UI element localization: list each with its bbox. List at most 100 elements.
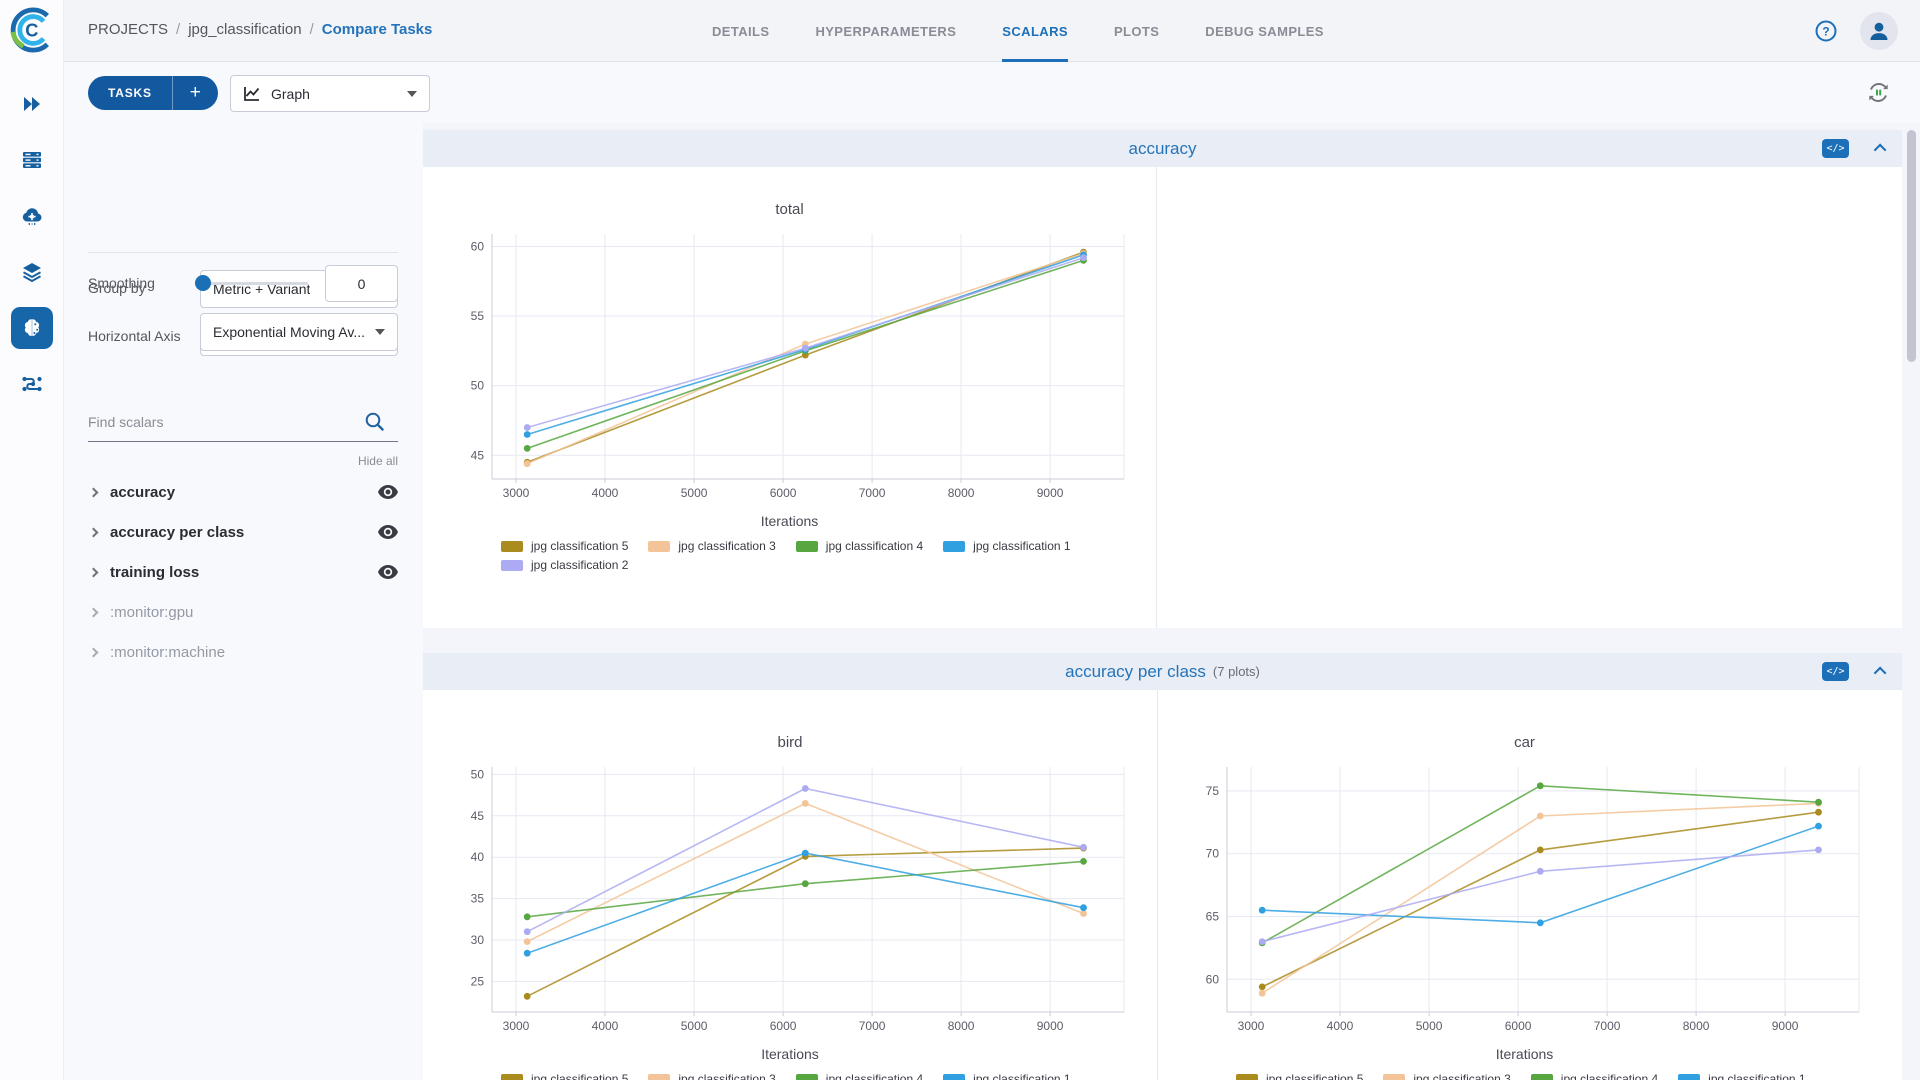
legend-item[interactable]: jpg classification 5: [1236, 1072, 1363, 1080]
collapse-section-icon[interactable]: [1873, 143, 1887, 157]
search-icon[interactable]: [364, 411, 386, 438]
legend-item[interactable]: jpg classification 1: [943, 1072, 1071, 1080]
svg-text:7000: 7000: [1593, 1019, 1620, 1033]
scalar-group-accuracy[interactable]: accuracy: [64, 472, 423, 512]
chevron-right-icon[interactable]: [88, 567, 99, 577]
legend-item[interactable]: jpg classification 1: [1678, 1072, 1806, 1080]
tab-plots[interactable]: PLOTS: [1114, 0, 1159, 62]
vertical-scrollbar[interactable]: [1907, 130, 1916, 362]
chevron-right-icon[interactable]: [88, 527, 99, 537]
tab-bar: DETAILS HYPERPARAMETERS SCALARS PLOTS DE…: [712, 0, 1324, 62]
section-title: accuracy per class: [1065, 661, 1206, 681]
scalars-settings-panel: Group by Metric + Variant Horizontal Axi…: [64, 123, 423, 1080]
pipelines-icon[interactable]: [11, 363, 53, 405]
toolbar: TASKS + Graph: [64, 62, 1920, 123]
hide-all-link[interactable]: Hide all: [358, 454, 398, 468]
svg-text:55: 55: [470, 309, 484, 323]
legend-item[interactable]: jpg classification 4: [795, 1072, 923, 1080]
legend-item[interactable]: jpg classification 5: [501, 539, 628, 553]
legend-item[interactable]: jpg classification 4: [1530, 1072, 1658, 1080]
svg-text:60: 60: [1205, 972, 1219, 986]
projects-icon[interactable]: [11, 139, 53, 181]
datasets-icon[interactable]: [11, 251, 53, 293]
tasks-button[interactable]: TASKS: [88, 76, 172, 110]
legend-item[interactable]: jpg classification 3: [648, 1072, 776, 1080]
clearml-logo[interactable]: C: [9, 7, 55, 53]
section-title: accuracy: [1128, 138, 1197, 158]
view-mode-select[interactable]: Graph: [230, 75, 430, 112]
svg-text:6000: 6000: [770, 1019, 797, 1033]
svg-text:8000: 8000: [947, 486, 974, 500]
legend-item[interactable]: jpg classification 3: [1383, 1072, 1511, 1080]
visibility-eye-icon[interactable]: [378, 525, 398, 539]
chevron-right-icon[interactable]: [88, 487, 99, 497]
chevron-right-icon[interactable]: [88, 647, 99, 657]
tasks-pill: TASKS +: [88, 76, 218, 110]
breadcrumb-separator: /: [176, 21, 181, 38]
legend-item[interactable]: jpg classification 1: [943, 539, 1071, 553]
scalar-group-accuracy-per-class[interactable]: accuracy per class: [64, 512, 423, 552]
legend-item[interactable]: jpg classification 5: [501, 1072, 628, 1080]
svg-text:60: 60: [470, 240, 484, 254]
scalar-group-training-loss[interactable]: training loss: [64, 552, 423, 592]
visibility-eye-icon[interactable]: [378, 565, 398, 579]
embed-code-icon[interactable]: </>: [1822, 139, 1849, 158]
legend-swatch: [648, 1073, 671, 1080]
x-axis-label: Iterations: [1495, 1046, 1554, 1062]
svg-text:4000: 4000: [1326, 1019, 1353, 1033]
topbar-actions: ?: [1814, 0, 1898, 62]
legend-item[interactable]: jpg classification 4: [795, 539, 923, 553]
legend-swatch: [1530, 1073, 1553, 1080]
scalar-group-monitor-gpu[interactable]: :monitor:gpu: [64, 592, 423, 632]
add-task-button[interactable]: +: [171, 76, 218, 110]
car-line-chart[interactable]: 60 65 70 75 3000 4000 5000 6000 7000 8000 9000: [1175, 757, 1875, 1042]
help-icon[interactable]: ?: [1814, 19, 1838, 43]
total-line-chart[interactable]: 45 50 55 60 3000 4000 5000 6000 7000 8000 9000: [440, 224, 1140, 509]
section-accuracy-per-class: accuracy per class (7 plots) </> bird 25…: [423, 653, 1902, 1080]
legend-item[interactable]: jpg classification 3: [648, 539, 776, 553]
legend-swatch: [1236, 1073, 1258, 1080]
top-bar: PROJECTS / jpg_classification / Compare …: [64, 0, 1920, 62]
workers-queues-icon[interactable]: [11, 195, 53, 237]
auto-refresh-icon[interactable]: [1865, 79, 1892, 111]
svg-text:5000: 5000: [1415, 1019, 1442, 1033]
breadcrumb-projects[interactable]: PROJECTS: [88, 21, 168, 38]
svg-text:?: ?: [1822, 25, 1829, 39]
embed-code-icon[interactable]: </>: [1822, 662, 1849, 681]
user-avatar-icon[interactable]: [1860, 12, 1898, 50]
experiments-icon[interactable]: [11, 307, 53, 349]
tab-scalars[interactable]: SCALARS: [1002, 0, 1068, 62]
find-scalars-input[interactable]: [88, 414, 358, 430]
svg-text:7000: 7000: [858, 486, 885, 500]
chevron-right-icon[interactable]: [88, 607, 99, 617]
legend-swatch: [1678, 1073, 1701, 1080]
collapse-section-icon[interactable]: [1873, 666, 1887, 680]
svg-text:45: 45: [471, 809, 485, 823]
legend-swatch: [943, 540, 966, 552]
plots-area: accuracy </> total 45 50 55 60 3000 4000 5000 6…: [423, 123, 1920, 1080]
tab-hyperparameters[interactable]: HYPERPARAMETERS: [815, 0, 956, 62]
plot-title: total: [775, 201, 804, 218]
breadcrumb-project[interactable]: jpg_classification: [188, 21, 301, 38]
tab-debug-samples[interactable]: DEBUG SAMPLES: [1205, 0, 1324, 62]
legend-item[interactable]: jpg classification 2: [501, 558, 628, 572]
chart-legend: jpg classification 5 jpg classification 3…: [501, 1072, 1161, 1080]
svg-text:9000: 9000: [1036, 486, 1063, 500]
smoothing-value-input[interactable]: [325, 265, 398, 302]
legend-swatch: [943, 1073, 966, 1080]
legend-swatch: [1383, 1073, 1406, 1080]
svg-text:3000: 3000: [1237, 1019, 1264, 1033]
search-underline: [88, 441, 398, 442]
expand-nav-icon[interactable]: [11, 83, 53, 125]
plot-card-total: total 45 50 55 60 3000 4000 5000 6000 7000 8000 90…: [423, 167, 1157, 628]
scalar-group-monitor-machine[interactable]: :monitor:machine: [64, 632, 423, 672]
svg-text:65: 65: [1205, 910, 1219, 924]
tab-details[interactable]: DETAILS: [712, 0, 769, 62]
smoothing-method-select[interactable]: Exponential Moving Av...: [200, 313, 398, 351]
smoothing-slider[interactable]: [202, 282, 308, 285]
legend-swatch: [501, 540, 523, 552]
smoothing-slider-handle[interactable]: [195, 275, 211, 291]
visibility-eye-icon[interactable]: [378, 485, 398, 499]
bird-line-chart[interactable]: 25 30 35 40 45 50 3000 4000 5000 6000 7000 8000 9000: [440, 757, 1140, 1042]
svg-text:40: 40: [471, 850, 485, 864]
